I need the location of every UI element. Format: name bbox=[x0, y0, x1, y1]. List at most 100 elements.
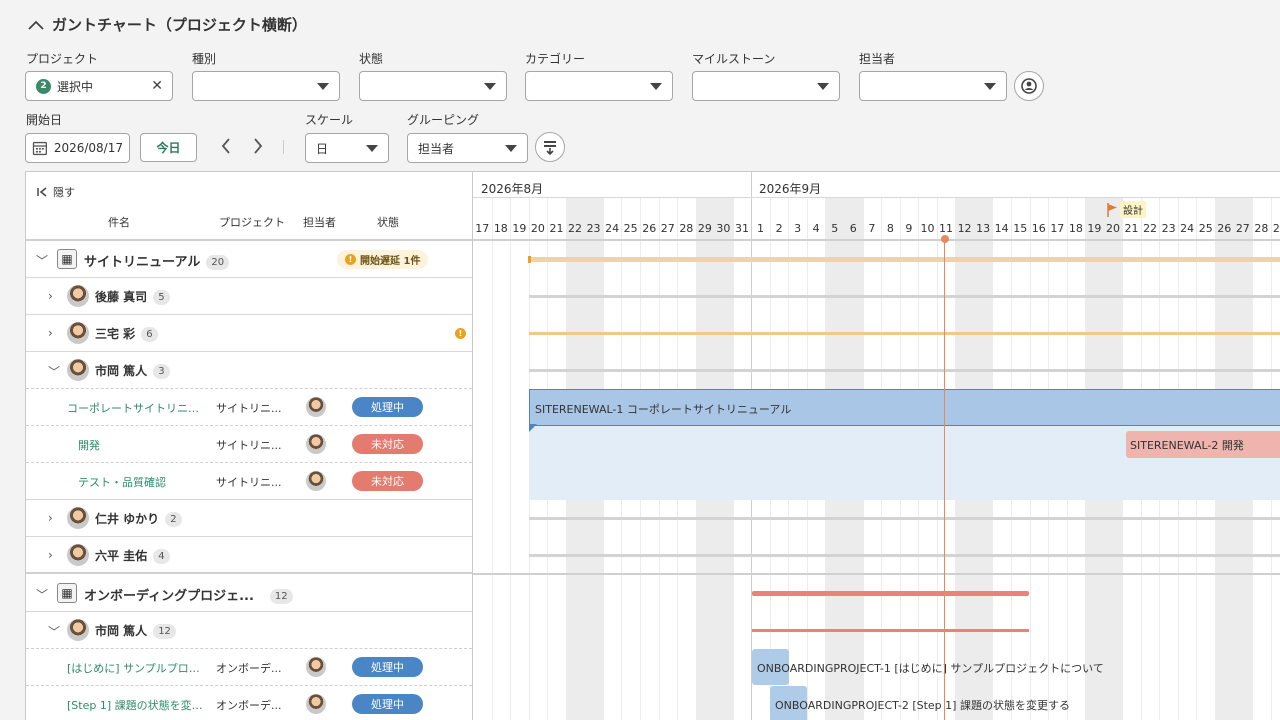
grouping-select[interactable]: 担当者 bbox=[407, 133, 528, 163]
type-filter[interactable] bbox=[192, 71, 340, 101]
member-count: 12 bbox=[153, 624, 176, 639]
avatar bbox=[306, 694, 326, 714]
member-name: 市岡 篤人 3 bbox=[95, 362, 170, 379]
divider bbox=[283, 140, 284, 154]
milestone-filter[interactable] bbox=[692, 71, 840, 101]
page-title: ガントチャート（プロジェクト横断） bbox=[52, 16, 307, 34]
day-label: 5 bbox=[831, 222, 839, 235]
col-name-header[interactable]: 件名 bbox=[108, 214, 130, 230]
selected-count-badge: 2 bbox=[36, 78, 51, 94]
task-row[interactable]: コーポレートサイトリニュ... サイトリニ... 処理中 bbox=[26, 389, 472, 426]
scale-select[interactable]: 日 bbox=[305, 133, 389, 163]
collapse-all-button[interactable] bbox=[535, 132, 565, 162]
chevron-down-icon bbox=[984, 83, 996, 90]
day-label: 29 bbox=[1272, 222, 1280, 235]
hide-list-button[interactable]: 隠す bbox=[37, 184, 75, 200]
clear-icon[interactable]: ✕ bbox=[151, 78, 163, 94]
building-icon: ▦ bbox=[57, 583, 77, 603]
col-assignee-header[interactable]: 担当者 bbox=[303, 214, 336, 230]
chevron-right-icon[interactable]: › bbox=[48, 548, 53, 562]
day-label: 4 bbox=[812, 222, 820, 235]
task-row[interactable]: 開発 サイトリニ... 未対応 bbox=[26, 426, 472, 463]
assignee-filter-label: 担当者 bbox=[859, 52, 896, 66]
type-filter-label: 種別 bbox=[192, 52, 217, 66]
chevron-down-icon[interactable]: ﹀ bbox=[48, 623, 60, 640]
chevron-down-icon[interactable]: ﹀ bbox=[48, 363, 60, 380]
day-label: 17 bbox=[1050, 222, 1065, 235]
day-label: 27 bbox=[1235, 222, 1250, 235]
task-name-link[interactable]: [Step 1] 課題の状態を変更... bbox=[67, 697, 209, 713]
chevron-right-icon[interactable]: › bbox=[48, 289, 53, 303]
member-row[interactable]: › 三宅 彩6 ! bbox=[26, 315, 472, 352]
milestone-marker[interactable]: 設計 bbox=[1107, 201, 1146, 218]
day-label: 2 bbox=[775, 222, 783, 235]
day-gridline bbox=[491, 198, 493, 720]
task-name-link[interactable]: コーポレートサイトリニュ... bbox=[67, 400, 209, 416]
task-row[interactable]: [Step 1] 課題の状態を変更... オンボーデ... 処理中 bbox=[26, 686, 472, 720]
task-bar[interactable]: SITERENEWAL-2 開発 bbox=[1126, 431, 1280, 458]
col-status-header[interactable]: 状態 bbox=[377, 214, 399, 230]
member-row[interactable]: › 後藤 真司 5 bbox=[26, 278, 472, 315]
member-row[interactable]: ﹀ 市岡 篤人 12 bbox=[26, 612, 472, 649]
day-label: 14 bbox=[994, 222, 1009, 235]
day-label: 28 bbox=[679, 222, 694, 235]
start-date-value: 2026/08/17 bbox=[53, 141, 123, 155]
chevron-down-icon[interactable]: ﹀ bbox=[36, 586, 48, 603]
task-name-link[interactable]: 開発 bbox=[78, 437, 208, 453]
chevron-up-icon[interactable] bbox=[28, 20, 44, 30]
group-count: 20 bbox=[206, 255, 230, 270]
day-label: 7 bbox=[868, 222, 876, 235]
member-name: 市岡 篤人 12 bbox=[95, 622, 176, 639]
task-name-link[interactable]: [はじめに] サンプルプロジ... bbox=[67, 660, 209, 676]
prev-arrow-icon[interactable] bbox=[220, 137, 232, 160]
task-name-link[interactable]: テスト・品質確認 bbox=[78, 474, 208, 490]
avatar bbox=[67, 619, 89, 641]
member-count: 3 bbox=[153, 364, 170, 379]
col-project-header[interactable]: プロジェクト bbox=[219, 214, 285, 230]
status-pill: 処理中 bbox=[352, 657, 423, 677]
group-row[interactable]: ﹀ ▦ サイトリニューアル 20 ! 開始遅延 1件 bbox=[26, 241, 472, 278]
today-button[interactable]: 今日 bbox=[140, 133, 197, 162]
member-summary-bar bbox=[529, 295, 1280, 298]
status-filter[interactable] bbox=[359, 71, 507, 101]
next-arrow-icon[interactable] bbox=[252, 137, 264, 160]
milestone-filter-label: マイルストーン bbox=[692, 52, 776, 66]
project-filter[interactable]: 2 選択中 ✕ bbox=[25, 71, 173, 101]
member-count: 5 bbox=[153, 290, 170, 305]
member-count: 4 bbox=[153, 549, 170, 564]
task-bar[interactable]: SITERENEWAL-1 コーポレートサイトリニューアル bbox=[529, 389, 1280, 426]
grouping-value: 担当者 bbox=[418, 141, 455, 156]
assignee-filter[interactable] bbox=[859, 71, 1007, 101]
section-header[interactable]: ガントチャート（プロジェクト横断） bbox=[28, 14, 307, 35]
collapse-left-icon bbox=[37, 187, 47, 197]
day-label: 21 bbox=[549, 222, 564, 235]
chevron-right-icon[interactable]: › bbox=[48, 511, 53, 525]
project-filter-label: プロジェクト bbox=[26, 52, 99, 66]
avatar bbox=[67, 507, 89, 529]
today-marker bbox=[941, 235, 949, 243]
member-row[interactable]: › 六平 圭佑 4 bbox=[26, 537, 472, 574]
group-row[interactable]: ﹀ ▦ オンボーディングプロジェ... 12 bbox=[26, 575, 472, 612]
reset-filter-button[interactable] bbox=[1014, 71, 1044, 101]
day-label: 9 bbox=[905, 222, 913, 235]
group-count: 12 bbox=[269, 589, 293, 604]
task-row[interactable]: テスト・品質確認 サイトリニ... 未対応 bbox=[26, 463, 472, 500]
status-filter-label: 状態 bbox=[359, 52, 384, 66]
warning-icon: ! bbox=[345, 254, 356, 265]
day-label: 21 bbox=[1124, 222, 1139, 235]
chevron-right-icon[interactable]: › bbox=[48, 326, 53, 340]
chevron-down-icon[interactable]: ﹀ bbox=[36, 252, 48, 269]
member-row[interactable]: › 仁井 ゆかり 2 bbox=[26, 500, 472, 537]
start-date-input[interactable]: 2026/08/17 bbox=[25, 133, 130, 163]
bar-start-marker bbox=[528, 256, 531, 263]
month-label: 2026年8月 bbox=[481, 182, 544, 196]
member-row[interactable]: ﹀ 市岡 篤人 3 bbox=[26, 352, 472, 389]
start-date-label: 開始日 bbox=[26, 113, 63, 127]
category-filter[interactable] bbox=[525, 71, 673, 101]
avatar bbox=[67, 359, 89, 381]
day-label: 18 bbox=[493, 222, 508, 235]
building-icon: ▦ bbox=[57, 249, 77, 269]
day-label: 19 bbox=[1087, 222, 1102, 235]
task-row[interactable]: [はじめに] サンプルプロジ... オンボーデ... 処理中 bbox=[26, 649, 472, 686]
member-name: 後藤 真司 5 bbox=[95, 288, 170, 305]
